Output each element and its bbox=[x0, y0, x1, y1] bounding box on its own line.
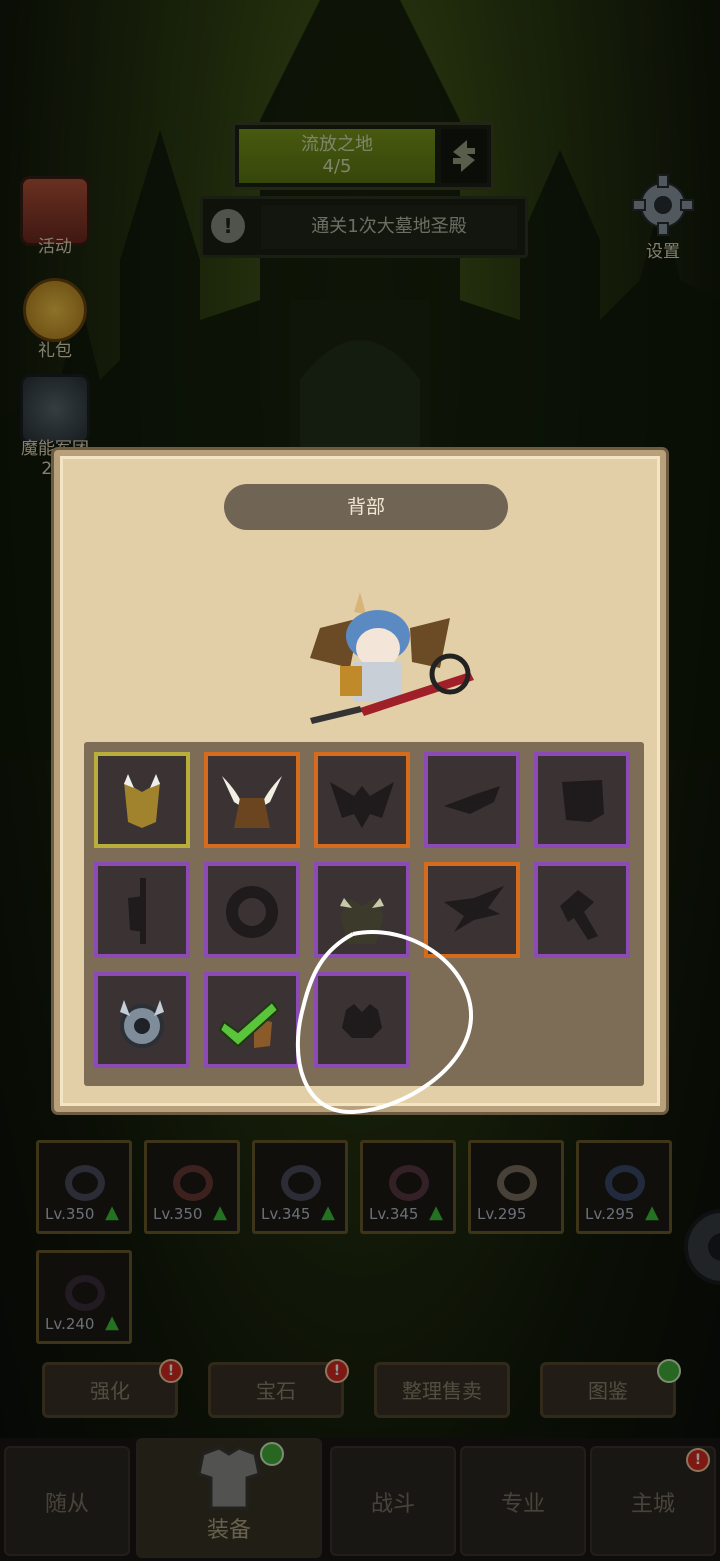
hero-character-icon bbox=[310, 592, 474, 724]
wreath-silhouette-icon bbox=[226, 886, 278, 938]
winged-pack-icon bbox=[222, 776, 282, 828]
back-item-slot[interactable] bbox=[94, 862, 190, 958]
sack-silhouette-icon bbox=[562, 780, 604, 822]
back-item-slot[interactable] bbox=[204, 862, 300, 958]
back-item-slot[interactable] bbox=[534, 752, 630, 848]
bat-wings-silhouette-icon bbox=[330, 782, 394, 828]
back-item-slot[interactable] bbox=[424, 752, 520, 848]
back-item-slot[interactable] bbox=[314, 752, 410, 848]
back-item-slot[interactable] bbox=[534, 862, 630, 958]
gold-cape-icon bbox=[124, 774, 160, 828]
back-item-slot-equipped[interactable] bbox=[204, 972, 300, 1068]
hammer-silhouette-icon bbox=[560, 890, 598, 940]
banner-silhouette-icon bbox=[128, 878, 146, 944]
claw-silhouette-icon bbox=[444, 786, 500, 814]
dialog-title: 背部 bbox=[224, 484, 508, 530]
back-item-slot[interactable] bbox=[94, 972, 190, 1068]
back-item-slot[interactable] bbox=[94, 752, 190, 848]
equipped-check-icon bbox=[218, 1000, 280, 1048]
back-item-slot[interactable] bbox=[204, 752, 300, 848]
steel-horn-cape-icon bbox=[120, 1000, 164, 1048]
handwritten-circle-annotation bbox=[295, 930, 474, 1115]
